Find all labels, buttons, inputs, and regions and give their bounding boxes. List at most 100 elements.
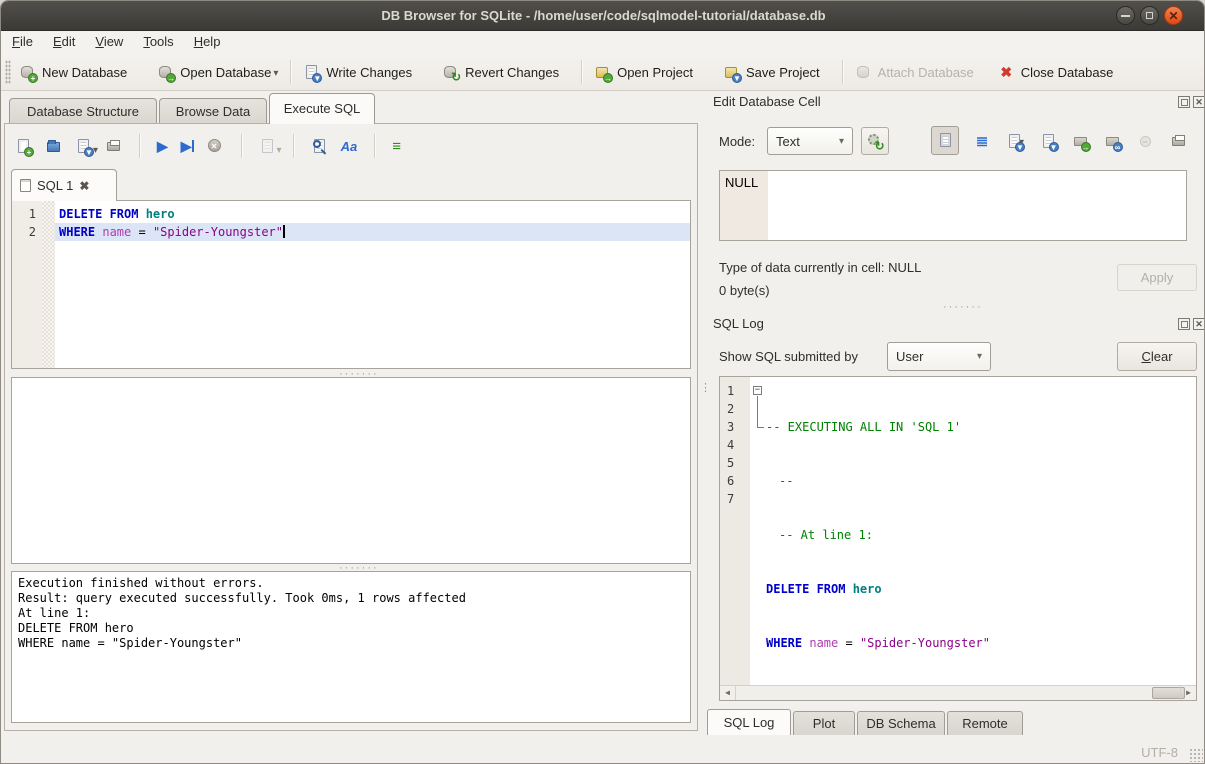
titlebar[interactable]: DB Browser for SQLite - /home/user/code/… (1, 1, 1205, 31)
close-window-icon: ✕ (1168, 9, 1178, 23)
encoding-indicator[interactable]: UTF-8 (1141, 745, 1178, 760)
open-database-button[interactable]: → Open Database ▾ (149, 60, 286, 85)
write-changes-button[interactable]: ▼ Write Changes (295, 60, 420, 85)
attach-database-button: Attach Database (847, 60, 982, 85)
status-bar: UTF-8 (1, 738, 1205, 764)
toolbar-separator (842, 60, 843, 84)
fold-line (757, 396, 758, 427)
tab-remote[interactable]: Remote (947, 711, 1023, 735)
log-filter-select[interactable]: User ▾ (887, 342, 991, 371)
log-filter-value: User (896, 349, 923, 364)
log-horizontal-scrollbar[interactable]: ◀ ▶ (720, 685, 1196, 700)
chevron-down-icon: ▾ (977, 351, 982, 362)
save-sql-file-icon[interactable]: ▼▾ (75, 138, 92, 155)
editor-line-current[interactable]: WHERE name = "Spider-Youngster" (55, 223, 690, 241)
save-project-button[interactable]: ▼ Save Project (715, 60, 828, 85)
execute-line-icon[interactable]: ▶ (181, 138, 194, 155)
minimize-icon (1121, 15, 1130, 17)
attach-database-icon (855, 64, 872, 81)
panel-splitter-handle[interactable]: ⋮ (700, 386, 708, 390)
close-button[interactable]: ✕ (1164, 6, 1183, 25)
tab-sql-log[interactable]: SQL Log (707, 709, 791, 735)
results-grid[interactable] (11, 377, 691, 564)
resize-grip[interactable] (1189, 748, 1203, 762)
log-line: DELETE FROM hero (766, 580, 1196, 598)
menu-tools[interactable]: Tools (133, 31, 183, 54)
toggle-indent-icon[interactable]: ≡ (392, 138, 401, 155)
app-window: DB Browser for SQLite - /home/user/code/… (0, 0, 1205, 764)
tab-plot[interactable]: Plot (793, 711, 855, 735)
toolbar-separator (241, 134, 242, 158)
write-changes-icon: ▼ (303, 64, 320, 81)
execution-message-area[interactable]: Execution finished without errors. Resul… (11, 571, 691, 723)
menu-view[interactable]: View (85, 31, 133, 54)
find-icon[interactable] (311, 138, 328, 155)
fold-collapse-icon[interactable]: − (753, 386, 762, 395)
sql-log-view[interactable]: 1 2 3 4 5 6 7 − -- EXECUTING ALL IN 'SQL… (719, 376, 1197, 701)
open-sql-file-icon[interactable] (45, 138, 62, 155)
log-line: -- (766, 472, 1196, 490)
maximize-button[interactable] (1140, 6, 1159, 25)
menu-edit[interactable]: Edit (43, 31, 85, 54)
open-in-app-icon[interactable]: ∞ (1103, 132, 1121, 150)
print-cell-icon[interactable] (1169, 132, 1187, 150)
open-project-button[interactable]: → Open Project (586, 60, 701, 85)
dock-float-icon[interactable] (1178, 96, 1190, 108)
log-content[interactable]: -- EXECUTING ALL IN 'SQL 1' -- -- At lin… (766, 377, 1196, 700)
format-sql-icon[interactable]: Aa (341, 139, 358, 154)
text-mode-button[interactable] (931, 126, 959, 155)
clear-log-button[interactable]: Clear (1117, 342, 1197, 371)
cell-value-editor[interactable]: NULL (719, 170, 1187, 241)
mode-label: Mode: (719, 134, 755, 149)
text-cursor (283, 225, 285, 238)
import-cell-icon[interactable]: ▼▾ (1003, 132, 1027, 150)
close-database-button[interactable]: ✖ Close Database (990, 60, 1122, 85)
chevron-down-icon: ▾ (839, 136, 844, 147)
export-cell-icon[interactable]: ▼ (1039, 132, 1057, 150)
execute-all-icon[interactable]: ▶ (157, 138, 168, 155)
toolbar-separator (293, 134, 294, 158)
sql-editor[interactable]: 1 2 DELETE FROM hero WHERE name = "Spide… (11, 200, 691, 369)
new-sql-tab-icon[interactable]: + (15, 138, 32, 155)
mode-value: Text (776, 134, 800, 149)
edit-cell-title: Edit Database Cell (713, 94, 821, 109)
log-filter-label: Show SQL submitted by (719, 349, 858, 364)
scroll-right-icon[interactable]: ▶ (1180, 686, 1196, 700)
sql-tab-label: SQL 1 (37, 178, 73, 193)
dock-close-icon[interactable]: ✕ (1193, 96, 1205, 108)
new-database-button[interactable]: + New Database (11, 60, 135, 85)
dock-close-icon[interactable]: ✕ (1193, 318, 1205, 330)
tab-database-structure[interactable]: Database Structure (9, 98, 157, 124)
menu-file[interactable]: File (2, 31, 43, 54)
editor-content[interactable]: DELETE FROM hero WHERE name = "Spider-Yo… (55, 201, 690, 368)
cell-size-info: 0 byte(s) (719, 283, 770, 298)
toolbar-separator (581, 60, 582, 84)
dock-float-icon[interactable] (1178, 318, 1190, 330)
clear-label: lear (1151, 349, 1173, 364)
sql-file-tab[interactable]: SQL 1 ✖ (11, 169, 117, 201)
gear-icon: ↻ (867, 133, 884, 150)
mode-select[interactable]: Text ▾ (767, 127, 853, 155)
menu-help[interactable]: Help (184, 31, 231, 54)
minimize-button[interactable] (1116, 6, 1135, 25)
log-line: -- EXECUTING ALL IN 'SQL 1' (766, 418, 1196, 436)
word-wrap-icon[interactable]: ≣ (973, 132, 991, 150)
save-as-icon[interactable]: → (1071, 132, 1089, 150)
editor-line[interactable]: DELETE FROM hero (55, 205, 690, 223)
open-database-dropdown-icon[interactable]: ▾ (273, 68, 278, 81)
print-icon[interactable] (105, 138, 122, 155)
sql-document-icon (20, 179, 31, 192)
splitter-handle[interactable]: ······· (943, 304, 983, 310)
tab-browse-data[interactable]: Browse Data (159, 98, 267, 124)
apply-button: Apply (1117, 264, 1197, 291)
tab-db-schema[interactable]: DB Schema (857, 711, 945, 735)
auto-apply-button[interactable]: ↻ (861, 127, 889, 155)
toolbar-separator (374, 134, 375, 158)
scroll-left-icon[interactable]: ◀ (720, 686, 736, 700)
tab-execute-sql[interactable]: Execute SQL (269, 93, 375, 124)
toolbar-separator (139, 134, 140, 158)
revert-changes-button[interactable]: ↻ Revert Changes (434, 60, 567, 85)
log-fold-margin[interactable]: − (750, 377, 766, 700)
sql-tab-close-icon[interactable]: ✖ (79, 179, 89, 193)
log-line: -- At line 1: (766, 526, 1196, 544)
